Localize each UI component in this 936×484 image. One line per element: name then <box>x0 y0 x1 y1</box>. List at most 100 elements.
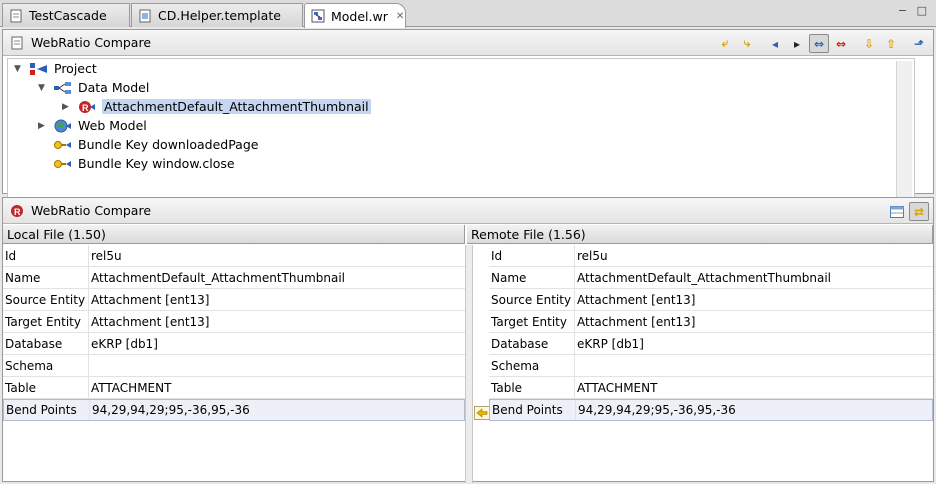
collapsed-arrow-icon[interactable]: ▶ <box>38 121 48 131</box>
property-value: ATTACHMENT <box>577 380 658 395</box>
window-controls[interactable]: − □ <box>898 4 930 17</box>
editor-tab-bar: TestCascade CD.Helper.template Model.wr … <box>0 0 936 28</box>
tree-node-label: Web Model <box>78 118 147 133</box>
table-row[interactable]: Target Entity Attachment [ent13] <box>489 311 933 333</box>
bidirectional-icon[interactable]: ⇔ <box>809 34 829 53</box>
conflict-icon[interactable]: ⇔ <box>831 34 851 53</box>
property-key: Source Entity <box>3 289 89 310</box>
table-row[interactable]: Name AttachmentDefault_AttachmentThumbnai… <box>3 267 465 289</box>
property-value <box>89 355 91 376</box>
table-row[interactable]: Table ATTACHMENT <box>489 377 933 399</box>
property-key: Table <box>489 377 575 398</box>
panel-title: WebRatio Compare <box>31 35 152 50</box>
property-value: Attachment [ent13] <box>577 292 696 307</box>
tree-node-data-model[interactable]: ▼ Data Model <box>38 78 149 97</box>
property-value: Attachment [ent13] <box>91 314 210 329</box>
data-model-icon <box>54 80 72 96</box>
table-row-changed[interactable]: Bend Points 94,29,94,29;95,-36,95,-36 <box>3 399 465 421</box>
swap-icon[interactable]: ⇄ <box>909 202 929 221</box>
remote-file-header: Remote File (1.56) <box>467 225 933 244</box>
compare-toolbar: ⤶ ⤷ ◂ ▸ ⇔ ⇔ ⇩ ⇧ ⬏ <box>715 34 929 53</box>
tab-cd-helper-template[interactable]: CD.Helper.template <box>131 3 303 27</box>
project-icon <box>30 61 48 77</box>
property-key: Bend Points <box>4 400 90 420</box>
export-icon[interactable]: ⬏ <box>909 34 929 53</box>
property-value: Attachment [ent13] <box>91 292 210 307</box>
table-row[interactable]: Schema <box>489 355 933 377</box>
relationship-icon: R <box>78 99 96 115</box>
tab-label: TestCascade <box>29 8 107 23</box>
table-row[interactable]: Id rel5u <box>489 245 933 267</box>
tree-node-label: AttachmentDefault_AttachmentThumbnail <box>102 99 371 114</box>
table-row[interactable]: Database eKRP [db1] <box>489 333 933 355</box>
property-key: Name <box>489 267 575 288</box>
svg-text:R: R <box>14 207 21 217</box>
tree-vertical-scrollbar[interactable] <box>896 61 912 203</box>
remote-property-table: Id rel5u Name AttachmentDefault_Attachment… <box>489 245 933 421</box>
tree-node-label: Project <box>54 61 97 76</box>
table-row[interactable]: Source Entity Attachment [ent13] <box>3 289 465 311</box>
property-key: Database <box>3 333 89 354</box>
table-row-changed[interactable]: Bend Points 94,29,94,29;95,-36,95,-36 <box>489 399 933 421</box>
document-icon <box>9 9 23 23</box>
tree-node-label: Bundle Key window.close <box>78 156 235 171</box>
copy-to-local-icon[interactable] <box>474 405 490 421</box>
tree-node-bundle-key-downloadedpage[interactable]: Bundle Key downloadedPage <box>54 135 258 154</box>
panel-title: WebRatio Compare <box>31 203 152 218</box>
table-row[interactable]: Id rel5u <box>3 245 465 267</box>
tree-node-relationship[interactable]: ▶ R AttachmentDefault_AttachmentThumbnai… <box>62 97 371 116</box>
property-value: AttachmentDefault_AttachmentThumbnail <box>91 270 346 285</box>
property-value: eKRP [db1] <box>91 336 158 351</box>
tab-testcascade[interactable]: TestCascade <box>2 3 130 27</box>
copy-left-icon[interactable]: ⤶ <box>715 34 735 53</box>
collapsed-arrow-icon[interactable]: ▶ <box>62 102 72 112</box>
previous-diff-icon[interactable]: ◂ <box>765 34 785 53</box>
tab-label: CD.Helper.template <box>158 8 281 23</box>
table-row[interactable]: Name AttachmentDefault_AttachmentThumbnai… <box>489 267 933 289</box>
document-icon <box>9 35 25 51</box>
property-key: Target Entity <box>489 311 575 332</box>
table-row[interactable]: Table ATTACHMENT <box>3 377 465 399</box>
property-value: ATTACHMENT <box>91 380 172 395</box>
tree-node-web-model[interactable]: ▶ Web Model <box>38 116 147 135</box>
local-property-table: Id rel5u Name AttachmentDefault_Attachment… <box>3 245 465 421</box>
tree-node-label: Bundle Key downloadedPage <box>78 137 259 152</box>
table-row[interactable]: Schema <box>3 355 465 377</box>
property-key: Target Entity <box>3 311 89 332</box>
table-row[interactable]: Target Entity Attachment [ent13] <box>3 311 465 333</box>
tab-label: Model.wr <box>331 8 388 24</box>
layout-icon[interactable] <box>887 202 907 221</box>
property-toolbar: ⇄ <box>887 202 929 221</box>
compare-divider[interactable] <box>465 245 473 483</box>
copy-right-icon[interactable]: ⤷ <box>737 34 757 53</box>
next-diff-icon[interactable]: ▸ <box>787 34 807 53</box>
previous-change-icon[interactable]: ⇧ <box>881 34 901 53</box>
property-value: rel5u <box>91 248 122 263</box>
panel-header: WebRatio Compare ⤶ ⤷ ◂ ▸ ⇔ ⇔ ⇩ ⇧ ⬏ <box>3 30 933 56</box>
property-compare-panel: R WebRatio Compare ⇄ Local File (1.50) I… <box>2 197 934 483</box>
property-value: rel5u <box>577 248 608 263</box>
webratio-model-icon <box>311 9 325 23</box>
tree-node-project[interactable]: ▼ Project <box>14 59 97 78</box>
table-row[interactable]: Source Entity Attachment [ent13] <box>489 289 933 311</box>
tab-model-wr[interactable]: Model.wr ✕ <box>304 3 406 28</box>
close-icon[interactable]: ✕ <box>396 11 404 22</box>
svg-text:R: R <box>82 103 89 113</box>
table-row[interactable]: Database eKRP [db1] <box>3 333 465 355</box>
property-value: AttachmentDefault_AttachmentThumbnail <box>577 270 832 285</box>
property-value: Attachment [ent13] <box>577 314 696 329</box>
local-file-header: Local File (1.50) <box>3 225 465 244</box>
next-change-icon[interactable]: ⇩ <box>859 34 879 53</box>
panel-header: R WebRatio Compare ⇄ <box>3 198 933 224</box>
tree-node-label: Data Model <box>78 80 150 95</box>
expanded-arrow-icon[interactable]: ▼ <box>38 83 48 93</box>
property-key: Schema <box>3 355 89 376</box>
template-document-icon <box>138 9 152 23</box>
bundle-key-icon <box>54 156 72 172</box>
expanded-arrow-icon[interactable]: ▼ <box>14 64 24 74</box>
tree-node-bundle-key-window-close[interactable]: Bundle Key window.close <box>54 154 235 173</box>
property-key: Schema <box>489 355 575 376</box>
property-key: Source Entity <box>489 289 575 310</box>
property-key: Table <box>3 377 89 398</box>
relationship-icon: R <box>9 203 25 219</box>
